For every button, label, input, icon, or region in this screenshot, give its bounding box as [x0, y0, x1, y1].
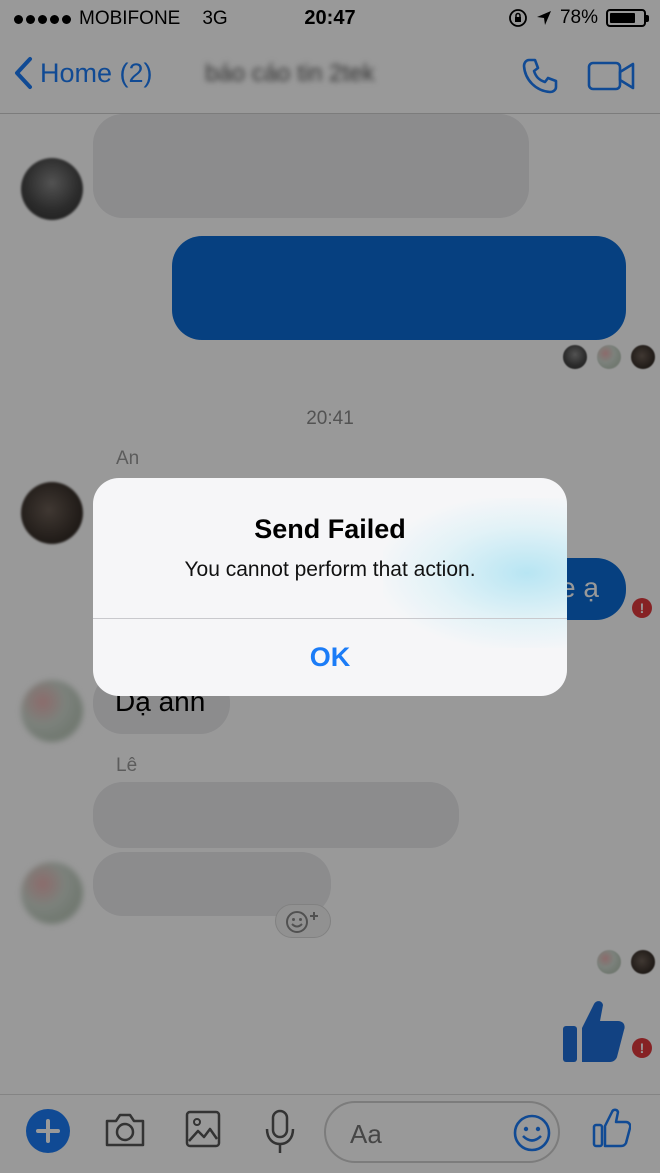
messenger-screen: MOBIFONE 3G 20:47 78% Home (2) báo cáo t… — [0, 0, 660, 1173]
alert-message: You cannot perform that action. — [184, 558, 476, 581]
ok-button[interactable]: OK — [93, 619, 567, 696]
send-failed-alert: Send Failed You cannot perform that acti… — [93, 478, 567, 696]
alert-title: Send Failed — [254, 514, 406, 544]
